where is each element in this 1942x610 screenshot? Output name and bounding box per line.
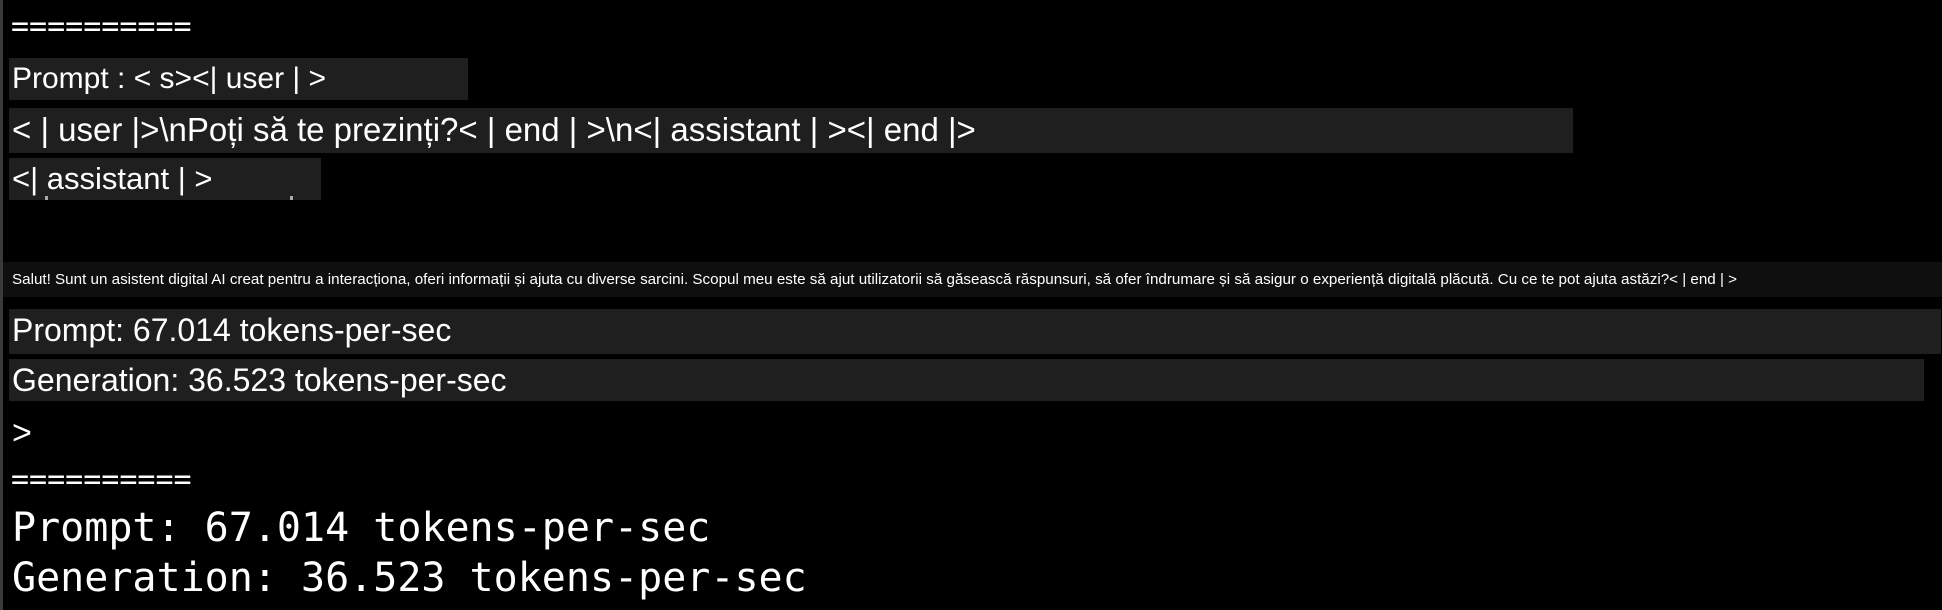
prompt-line-1: Prompt : < s><| user | >: [12, 62, 327, 95]
assistant-response: Salut! Sunt un asistent digital AI creat…: [12, 271, 1738, 288]
stats-prompt-rate-mono: Prompt: 67.014 tokens-per-sec: [12, 505, 711, 551]
prompt-line-3: <| assistant | >: [12, 161, 213, 196]
stats-prompt-rate: Prompt: 67.014 tokens-per-sec: [12, 312, 452, 348]
text-artifact: [290, 196, 293, 200]
terminal-window[interactable]: ========== Prompt : < s><| user | > < | …: [0, 0, 1942, 610]
input-prompt-cursor[interactable]: >: [12, 416, 32, 450]
text-artifact: [45, 196, 48, 200]
window-left-border: [0, 0, 3, 610]
separator-top: ==========: [11, 9, 192, 44]
prompt-line-2: < | user |>\nPoți să te prezinți?< | end…: [12, 111, 976, 148]
separator-bottom: ==========: [11, 462, 192, 497]
stats-generation-rate-mono: Generation: 36.523 tokens-per-sec: [12, 555, 807, 601]
stats-generation-rate: Generation: 36.523 tokens-per-sec: [12, 362, 507, 398]
